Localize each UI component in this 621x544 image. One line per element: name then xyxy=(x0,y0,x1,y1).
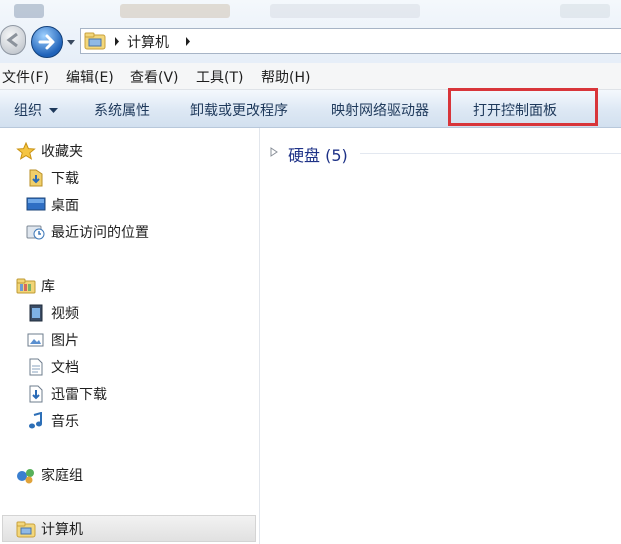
nav-libraries-label: 库 xyxy=(41,279,55,295)
background-blur xyxy=(120,4,230,18)
nav-item-label: 迅雷下载 xyxy=(51,387,107,403)
nav-favorites-label: 收藏夹 xyxy=(41,144,83,160)
menu-tools[interactable]: 工具(T) xyxy=(196,67,243,87)
video-library-icon xyxy=(29,304,43,322)
nav-item-recent-places[interactable]: 最近访问的位置 xyxy=(26,222,149,242)
system-properties-button[interactable]: 系统属性 xyxy=(94,100,150,120)
menu-bar: 文件(F) 编辑(E) 查看(V) 工具(T) 帮助(H) xyxy=(0,63,621,90)
group-expand-icon[interactable] xyxy=(270,147,279,157)
thunder-download-icon xyxy=(29,385,43,403)
recent-pages-dropdown-icon[interactable] xyxy=(64,36,78,48)
nav-item-label: 图片 xyxy=(51,333,79,349)
pictures-library-icon xyxy=(27,333,44,347)
nav-computer[interactable]: 计算机 xyxy=(16,519,83,539)
nav-item-label: 视频 xyxy=(51,306,79,322)
homegroup-icon xyxy=(17,469,34,484)
menu-file[interactable]: 文件(F) xyxy=(2,67,49,87)
nav-item-pictures[interactable]: 图片 xyxy=(26,330,79,350)
nav-item-documents[interactable]: 文档 xyxy=(26,357,79,377)
uninstall-programs-button[interactable]: 卸载或更改程序 xyxy=(190,100,288,120)
computer-folder-icon xyxy=(84,32,106,50)
computer-icon xyxy=(16,521,36,538)
group-header-hard-drives[interactable]: 硬盘 (5) xyxy=(288,142,348,166)
back-arrow-icon xyxy=(6,32,18,48)
map-network-drive-button[interactable]: 映射网络驱动器 xyxy=(331,100,429,120)
menu-view[interactable]: 查看(V) xyxy=(130,67,179,87)
nav-item-download[interactable]: 下载 xyxy=(26,168,79,188)
menu-edit[interactable]: 编辑(E) xyxy=(66,67,114,87)
background-blur xyxy=(14,4,44,18)
forward-arrow-icon xyxy=(38,34,55,50)
star-icon xyxy=(16,142,36,160)
download-folder-icon xyxy=(29,169,43,187)
pane-splitter[interactable] xyxy=(259,128,260,544)
breadcrumb-computer[interactable]: 计算机 xyxy=(127,32,169,52)
nav-item-desktop[interactable]: 桌面 xyxy=(26,195,79,215)
nav-item-label: 最近访问的位置 xyxy=(51,225,149,241)
chevron-down-icon xyxy=(49,108,59,113)
recent-places-icon xyxy=(26,225,45,240)
desktop-icon xyxy=(26,197,46,211)
library-icon xyxy=(16,278,36,294)
nav-item-label: 音乐 xyxy=(51,414,79,430)
documents-library-icon xyxy=(29,358,43,376)
back-button[interactable] xyxy=(0,25,26,55)
address-bar[interactable]: 计算机 xyxy=(80,28,621,54)
forward-button[interactable] xyxy=(31,26,63,58)
title-bar: 计算机 xyxy=(0,0,621,64)
nav-homegroup-label: 家庭组 xyxy=(41,468,83,484)
nav-libraries[interactable]: 库 xyxy=(16,276,55,296)
nav-item-videos[interactable]: 视频 xyxy=(26,303,79,323)
menu-help[interactable]: 帮助(H) xyxy=(261,67,310,87)
nav-item-thunder-download[interactable]: 迅雷下载 xyxy=(26,384,107,404)
nav-item-music[interactable]: 音乐 xyxy=(26,411,79,431)
breadcrumb-arrow-icon[interactable] xyxy=(185,37,191,46)
nav-favorites[interactable]: 收藏夹 xyxy=(16,141,83,161)
nav-item-label: 下载 xyxy=(51,171,79,187)
organize-button[interactable]: 组织 xyxy=(14,100,59,120)
background-blur xyxy=(270,4,420,18)
nav-computer-label: 计算机 xyxy=(41,522,83,538)
music-library-icon xyxy=(29,412,42,429)
group-divider xyxy=(360,153,621,154)
background-blur xyxy=(560,4,610,18)
breadcrumb-arrow-icon[interactable] xyxy=(114,37,120,46)
nav-item-label: 桌面 xyxy=(51,198,79,214)
organize-label: 组织 xyxy=(14,103,42,119)
highlight-box xyxy=(448,88,598,126)
nav-item-label: 文档 xyxy=(51,360,79,376)
nav-homegroup[interactable]: 家庭组 xyxy=(16,465,83,485)
